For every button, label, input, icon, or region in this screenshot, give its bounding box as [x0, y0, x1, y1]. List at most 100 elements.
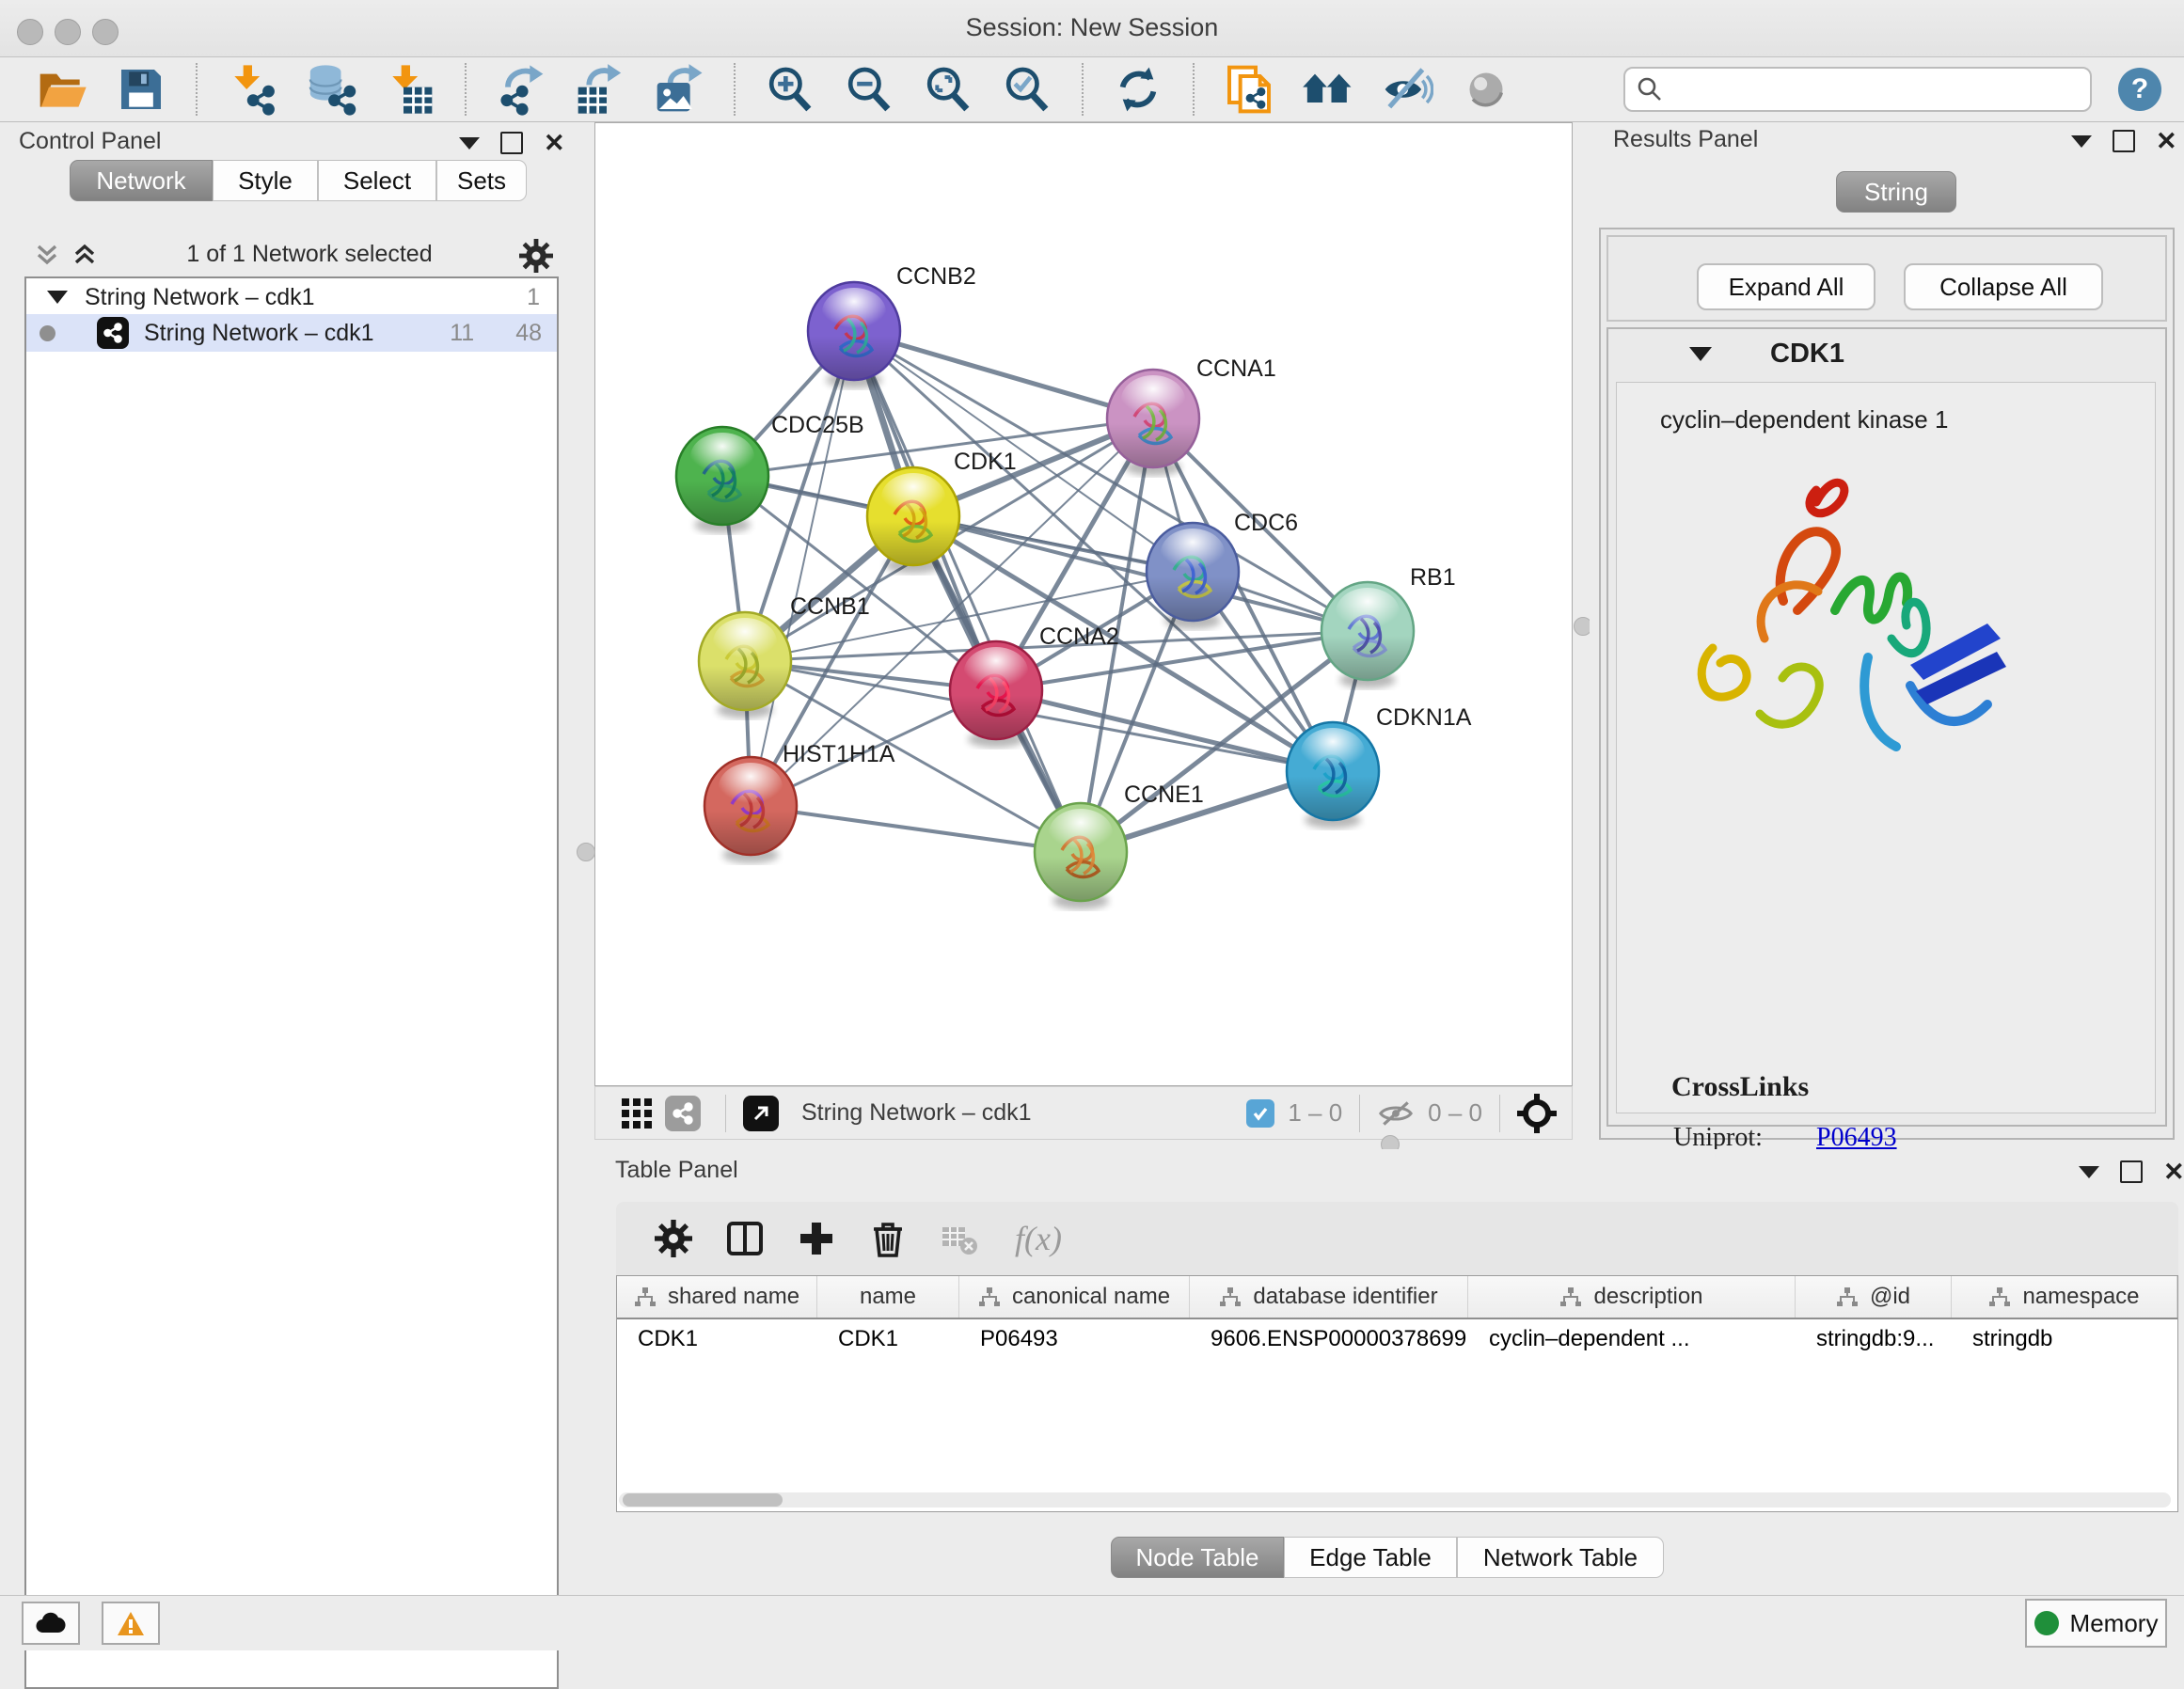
zoom-out-icon[interactable] — [843, 63, 895, 116]
refresh-icon[interactable] — [1112, 63, 1164, 116]
tab-select[interactable]: Select — [318, 160, 436, 201]
table-settings-gear-icon[interactable] — [648, 1213, 699, 1264]
save-session-icon[interactable] — [115, 63, 167, 116]
network-node-CDC25B[interactable] — [676, 427, 768, 533]
crosshair-icon[interactable] — [1517, 1094, 1557, 1133]
table-cell[interactable]: cyclin–dependent ... — [1468, 1319, 1796, 1359]
table-panel-menu-icon[interactable] — [2079, 1166, 2099, 1178]
table-cell[interactable]: 9606.ENSP00000378699 — [1190, 1319, 1468, 1359]
column-header[interactable]: description — [1468, 1276, 1796, 1318]
zoom-fit-icon[interactable] — [922, 63, 974, 116]
toolbar-separator — [196, 63, 198, 116]
tab-node-table[interactable]: Node Table — [1111, 1537, 1284, 1578]
table-panel-close-icon[interactable]: ✕ — [2163, 1162, 2184, 1181]
column-header[interactable]: @id — [1796, 1276, 1952, 1318]
title-bar: Session: New Session — [0, 0, 2184, 57]
export-image-icon[interactable] — [653, 63, 705, 116]
protein-collapse-icon[interactable] — [1689, 347, 1712, 361]
memory-button[interactable]: Memory — [2025, 1599, 2167, 1648]
eye-icon[interactable] — [1460, 63, 1512, 116]
network-collection-row[interactable]: String Network – cdk1 1 — [26, 280, 557, 314]
table-panel-float-icon[interactable] — [2120, 1160, 2143, 1183]
table-cell[interactable]: CDK1 — [817, 1319, 959, 1359]
help-button[interactable]: ? — [2118, 68, 2161, 111]
network-options-gear-icon[interactable] — [519, 239, 553, 273]
collection-expand-icon[interactable] — [47, 291, 68, 304]
import-table-file-icon[interactable] — [384, 63, 436, 116]
network-row-selected[interactable]: String Network – cdk1 11 48 — [26, 314, 557, 352]
hide-show-icon[interactable] — [1381, 63, 1433, 116]
clone-network-icon[interactable] — [1223, 63, 1275, 116]
add-column-icon[interactable] — [791, 1213, 842, 1264]
column-header[interactable]: namespace — [1952, 1276, 2177, 1318]
tab-network-table[interactable]: Network Table — [1457, 1537, 1664, 1578]
node-label-HIST1H1A: HIST1H1A — [783, 741, 895, 767]
network-canvas[interactable]: CCNB2CCNA1CDC25BCDK1CDC6RB1CCNB1CCNA2CDK… — [594, 122, 1573, 1086]
collapse-all-networks-icon[interactable] — [34, 241, 60, 269]
function-builder-icon[interactable]: f(x) — [1015, 1219, 1062, 1258]
table-cell[interactable]: stringdb:9... — [1796, 1319, 1952, 1359]
control-panel-float-icon[interactable] — [500, 132, 523, 154]
vertical-splitter-grip[interactable] — [577, 843, 595, 861]
column-header[interactable]: shared name — [617, 1276, 817, 1318]
edge-HIST1H1A-CCNE1[interactable] — [751, 806, 1081, 852]
network-node-HIST1H1A[interactable] — [704, 757, 797, 863]
birdseye-grid-icon[interactable] — [618, 1095, 656, 1132]
zoom-in-icon[interactable] — [764, 63, 816, 116]
show-columns-icon[interactable] — [720, 1213, 770, 1264]
network-node-CCNA1[interactable] — [1107, 370, 1199, 476]
zoom-selected-icon[interactable] — [1001, 63, 1053, 116]
table-row[interactable]: CDK1CDK1P064939606.ENSP00000378699cyclin… — [617, 1319, 2177, 1359]
export-table-icon[interactable] — [574, 63, 626, 116]
open-session-icon[interactable] — [36, 63, 88, 116]
home-string-icon[interactable] — [1302, 63, 1354, 116]
control-panel-close-icon[interactable]: ✕ — [544, 134, 565, 152]
window-title: Session: New Session — [0, 13, 2184, 42]
hidden-eye-icon[interactable] — [1377, 1099, 1415, 1128]
column-header[interactable]: name — [817, 1276, 959, 1318]
control-panel-menu-icon[interactable] — [459, 137, 480, 150]
tab-edge-table[interactable]: Edge Table — [1284, 1537, 1457, 1578]
table-panel-title: Table Panel — [615, 1157, 738, 1184]
warning-status-button[interactable] — [102, 1602, 160, 1645]
search-box[interactable] — [1623, 67, 2092, 112]
table-cell[interactable]: P06493 — [959, 1319, 1190, 1359]
table-cell[interactable]: CDK1 — [617, 1319, 817, 1359]
cloud-status-button[interactable] — [22, 1602, 80, 1645]
network-node-CCNB2[interactable] — [808, 282, 900, 388]
node-label-CDC25B: CDC25B — [771, 412, 864, 438]
network-node-CCNE1[interactable] — [1035, 803, 1127, 909]
export-network-icon[interactable] — [495, 63, 547, 116]
tab-string[interactable]: String — [1836, 171, 1956, 213]
collapse-all-button[interactable]: Collapse All — [1904, 263, 2103, 310]
edge-CCNB2-CCNE1[interactable] — [854, 331, 1081, 852]
tab-style[interactable]: Style — [213, 160, 318, 201]
delete-column-icon[interactable] — [863, 1213, 913, 1264]
network-node-CDKN1A[interactable] — [1287, 722, 1379, 829]
detach-view-icon[interactable] — [743, 1096, 779, 1131]
import-network-file-icon[interactable] — [226, 63, 278, 116]
scrollbar-thumb[interactable] — [623, 1493, 783, 1507]
results-panel-menu-icon[interactable] — [2071, 135, 2092, 148]
results-panel-close-icon[interactable]: ✕ — [2156, 132, 2177, 150]
selected-checkbox-icon[interactable] — [1246, 1099, 1274, 1128]
table-cell[interactable]: stringdb — [1952, 1319, 2177, 1359]
results-panel-float-icon[interactable] — [2113, 130, 2135, 152]
expand-all-button[interactable]: Expand All — [1697, 263, 1875, 310]
network-node-RB1[interactable] — [1321, 582, 1414, 688]
table-horizontal-scrollbar[interactable] — [619, 1492, 2171, 1507]
column-header[interactable]: canonical name — [959, 1276, 1190, 1318]
network-icon-gray[interactable] — [665, 1096, 701, 1131]
tab-sets[interactable]: Sets — [436, 160, 527, 201]
expand-all-networks-icon[interactable] — [71, 241, 98, 269]
tab-network[interactable]: Network — [70, 160, 213, 201]
node-table[interactable]: shared namenamecanonical namedatabase id… — [616, 1275, 2178, 1512]
column-header[interactable]: database identifier — [1190, 1276, 1468, 1318]
search-input[interactable] — [1672, 75, 2079, 103]
hidden-node-edge-count: 0 – 0 — [1428, 1098, 1482, 1128]
results-panel-title: Results Panel — [1613, 126, 1758, 153]
node-label-CCNB1: CCNB1 — [790, 593, 870, 620]
network-node-CCNB1[interactable] — [699, 612, 791, 718]
delete-table-icon[interactable] — [934, 1213, 985, 1264]
import-network-database-icon[interactable] — [305, 63, 357, 116]
